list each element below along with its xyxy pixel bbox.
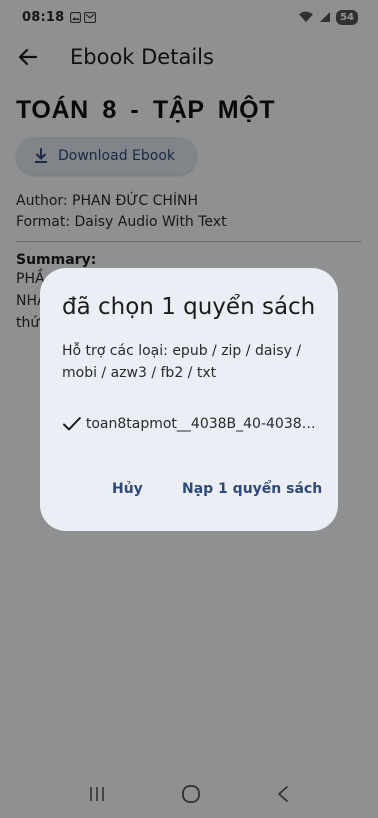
supported-formats-text: Hỗ trợ các loại: epub / zip / daisy / mo… (62, 343, 302, 381)
dialog-actions: Hủy Nạp 1 quyển sách (40, 472, 338, 506)
cancel-button[interactable]: Hủy (112, 481, 143, 497)
select-book-dialog: đã chọn 1 quyển sách Hỗ trợ các loại: ep… (40, 268, 338, 531)
check-icon (62, 417, 81, 431)
dialog-title: đã chọn 1 quyển sách (62, 294, 316, 320)
selected-file-item: toan8tapmot__4038B_40-4038B... (62, 416, 316, 432)
selected-file-name: toan8tapmot__4038B_40-4038B... (85, 416, 316, 432)
import-book-button[interactable]: Nạp 1 quyển sách (182, 481, 322, 497)
